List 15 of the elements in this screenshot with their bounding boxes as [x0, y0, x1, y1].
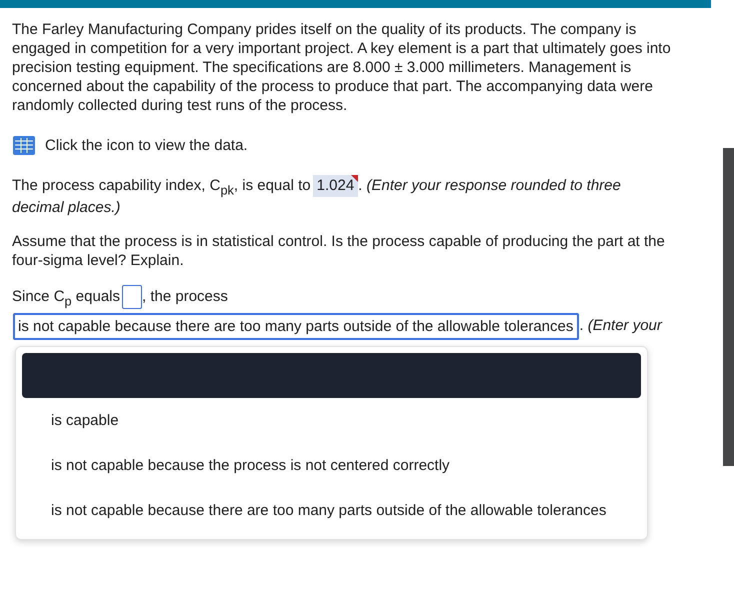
question-text: Assume that the process is in statistical control. Is the process capable of producing the part at the four-sigma level? Explain.: [12, 232, 666, 270]
instruction-text: decimal places.): [12, 199, 120, 216]
data-link-text: Click the icon to view the data.: [45, 136, 248, 154]
scrollbar-thumb[interactable]: [723, 148, 734, 466]
answer-middle-text: , the process: [142, 288, 228, 305]
answer-dropdown[interactable]: is not capable because there are too many parts outside of the allowable tolerances: [13, 312, 580, 340]
dropdown-option[interactable]: is capable: [22, 398, 641, 443]
problem-text: The Farley Manufacturing Company prides itself on the quality of its products. The company is engaged in competition for a very important project. A key element is a part that ultimately goes into precision testing equipment. The specifications are 8.000 ± 3.000 millimeters. Management is concerned about the capability of the process to produce that part. The accompanying data were randomly collected during test runs of the process.: [12, 20, 672, 115]
dropdown-option[interactable]: is not capable because there are too many parts outside of the allowable tolerances: [22, 488, 641, 533]
answer-field[interactable]: 1.024: [312, 175, 358, 197]
instruction-text: . (Enter your: [579, 317, 662, 334]
dropdown-option[interactable]: is not capable because the process is not centered correctly: [22, 442, 641, 488]
data-table-icon[interactable]: [13, 136, 35, 154]
instruction-text: . (Enter your response rounded to three: [358, 177, 621, 194]
answer-box[interactable]: [122, 285, 142, 310]
